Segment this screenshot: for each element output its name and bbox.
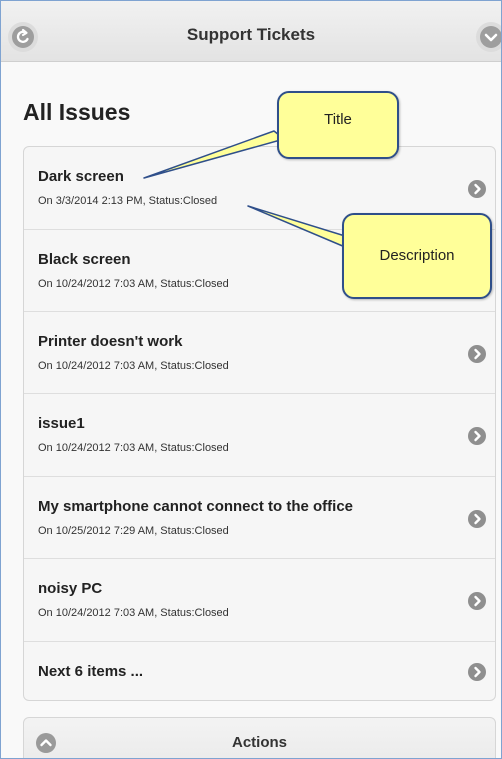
description-callout-pointer — [247, 205, 346, 248]
title-callout: Title — [277, 91, 399, 159]
app-frame: Support Tickets All Issues Dark screen O… — [0, 0, 502, 759]
description-callout: Description — [342, 213, 492, 299]
callout-leader-lines — [143, 130, 346, 248]
title-callout-pointer — [143, 130, 285, 179]
